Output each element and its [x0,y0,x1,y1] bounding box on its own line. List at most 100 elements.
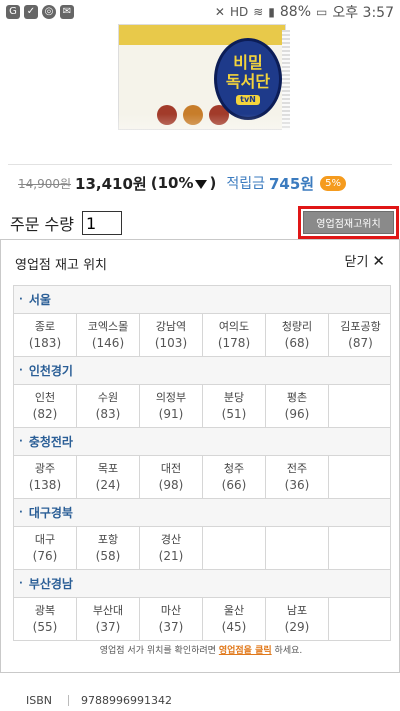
clock: 오후 3:57 [332,5,394,21]
region-name: 서울 [28,293,51,307]
store-cell[interactable]: 강남역 (103) [140,314,203,356]
store-cell[interactable]: 전주 (36) [266,456,329,498]
badge-text-line1: 비밀 [233,53,263,72]
stock-count: (91) [158,407,184,421]
bullet-icon: · [19,294,23,305]
stock-count: (21) [158,549,184,563]
store-name: 종로 [34,320,56,333]
store-cell[interactable]: 울산 (45) [203,598,266,640]
media-icon: ◎ [42,5,56,19]
store-row: 인천 (82) 수원 (83) 의정부 (91) 분당 (51) 평촌 (96) [14,385,390,428]
store-cell[interactable]: 의정부 (91) [140,385,203,427]
empty-cell [266,527,329,569]
store-cell[interactable]: 대구 (76) [14,527,77,569]
isbn-row: ISBN 9788996991342 [26,694,172,707]
store-stock-location-button[interactable]: 영업점재고위치 [303,211,394,234]
status-left-icons: G ✓ ◎ ✉ [6,5,74,19]
store-cell[interactable]: 대전 (98) [140,456,203,498]
store-cell[interactable]: 코엑스몰 (146) [77,314,140,356]
points-rate-badge: 5% [320,175,346,191]
store-name: 분당 [223,391,245,404]
region-header: · 충청전라 [14,428,390,456]
store-click-link[interactable]: 영업점을 클릭 [219,646,272,656]
empty-cell [329,456,392,498]
stock-count: (87) [348,336,373,350]
check-icon: ✓ [24,5,38,19]
store-name: 김포공항 [340,320,381,333]
discount-rate: (10% [150,174,194,192]
store-name: 청량리 [281,320,313,333]
points-label: 적립금 [226,176,265,192]
store-cell[interactable]: 마산 (37) [140,598,203,640]
region-section: · 부산경남 광복 (55) 부산대 (37) 마산 (37) 울산 (45) 남포 (29) [14,570,390,641]
region-header: · 서울 [14,286,390,314]
stock-count: (68) [284,336,310,350]
stock-count: (37) [95,620,121,634]
bullet-icon: · [19,365,23,376]
note-prefix: 영업점 서가 위치를 확인하려면 [99,646,216,656]
battery-icon: ▭ [316,5,328,19]
price-row: 14,900원 13,410원 (10% ) 적립금 745원 5% [18,172,346,194]
store-name: 마산 [160,604,182,617]
store-cell[interactable]: 광복 (55) [14,598,77,640]
stock-count: (36) [284,478,310,492]
stock-count: (76) [32,549,58,563]
store-cell[interactable]: 목포 (24) [77,456,140,498]
store-name: 부산대 [92,604,124,617]
region-header: · 부산경남 [14,570,390,598]
bullet-icon: · [19,578,23,589]
store-name: 포항 [97,533,119,546]
stock-count: (45) [221,620,247,634]
store-note: 영업점 서가 위치를 확인하려면 영업점을 클릭 하세요. [1,643,400,656]
mute-icon: ✕ [214,5,225,19]
store-cell[interactable]: 청량리 (68) [266,314,329,356]
store-cell[interactable]: 종로 (183) [14,314,77,356]
store-name: 경산 [160,533,182,546]
bullet-icon: · [19,507,23,518]
divider [8,164,392,165]
close-button[interactable]: 닫기 ✕ [345,251,386,271]
store-name: 인천 [34,391,56,404]
store-row: 광주 (138) 목포 (24) 대전 (98) 청주 (66) 전주 (36) [14,456,390,499]
store-name: 대구 [34,533,56,546]
stock-button-highlight: 영업점재고위치 [298,206,399,239]
close-icon: ✕ [372,251,385,270]
stock-count: (146) [91,336,125,350]
store-row: 종로 (183) 코엑스몰 (146) 강남역 (103) 여의도 (178) 청량리 (68) 김… [14,314,390,357]
store-cell[interactable]: 부산대 (37) [77,598,140,640]
wifi-icon: ≋ [253,5,264,19]
stock-count: (83) [95,407,121,421]
store-cell[interactable]: 여의도 (178) [203,314,266,356]
store-cell[interactable]: 남포 (29) [266,598,329,640]
store-cell[interactable]: 수원 (83) [77,385,140,427]
status-bar: G ✓ ◎ ✉ ✕ HD ≋ ▮ 88% ▭ 오후 3:57 [0,0,400,24]
sale-price: 13,410원 [75,174,147,193]
stock-count: (51) [221,407,247,421]
store-name: 강남역 [155,320,187,333]
region-header: · 인천경기 [14,357,390,385]
store-name: 코엑스몰 [87,320,129,333]
battery-level: 88% [279,4,311,20]
quantity-label: 주문 수량 [10,215,74,234]
store-name: 광주 [34,462,56,475]
store-cell[interactable]: 김포공항 (87) [329,314,392,356]
store-row: 대구 (76) 포항 (58) 경산 (21) [14,527,390,570]
store-cell[interactable]: 평촌 (96) [266,385,329,427]
quantity-input[interactable] [81,211,122,235]
store-cell[interactable]: 경산 (21) [140,527,203,569]
store-cell[interactable]: 청주 (66) [203,456,266,498]
store-cell[interactable]: 인천 (82) [14,385,77,427]
store-cell[interactable]: 분당 (51) [203,385,266,427]
region-name: 대구경북 [28,506,73,520]
hd-icon: HD [229,5,249,19]
store-name: 의정부 [155,391,187,404]
stock-count: (96) [284,407,310,421]
region-section: · 대구경북대구 (76) 포항 (58) 경산 (21) [14,499,390,570]
store-cell[interactable]: 포항 (58) [77,527,140,569]
store-row: 광복 (55) 부산대 (37) 마산 (37) 울산 (45) 남포 (29) [14,598,390,641]
store-name: 수원 [97,391,119,404]
points-value: 745원 [268,174,315,193]
store-cell[interactable]: 광주 (138) [14,456,77,498]
stock-count: (29) [284,620,310,634]
panel-title: 영업점 재고 위치 [15,258,107,273]
